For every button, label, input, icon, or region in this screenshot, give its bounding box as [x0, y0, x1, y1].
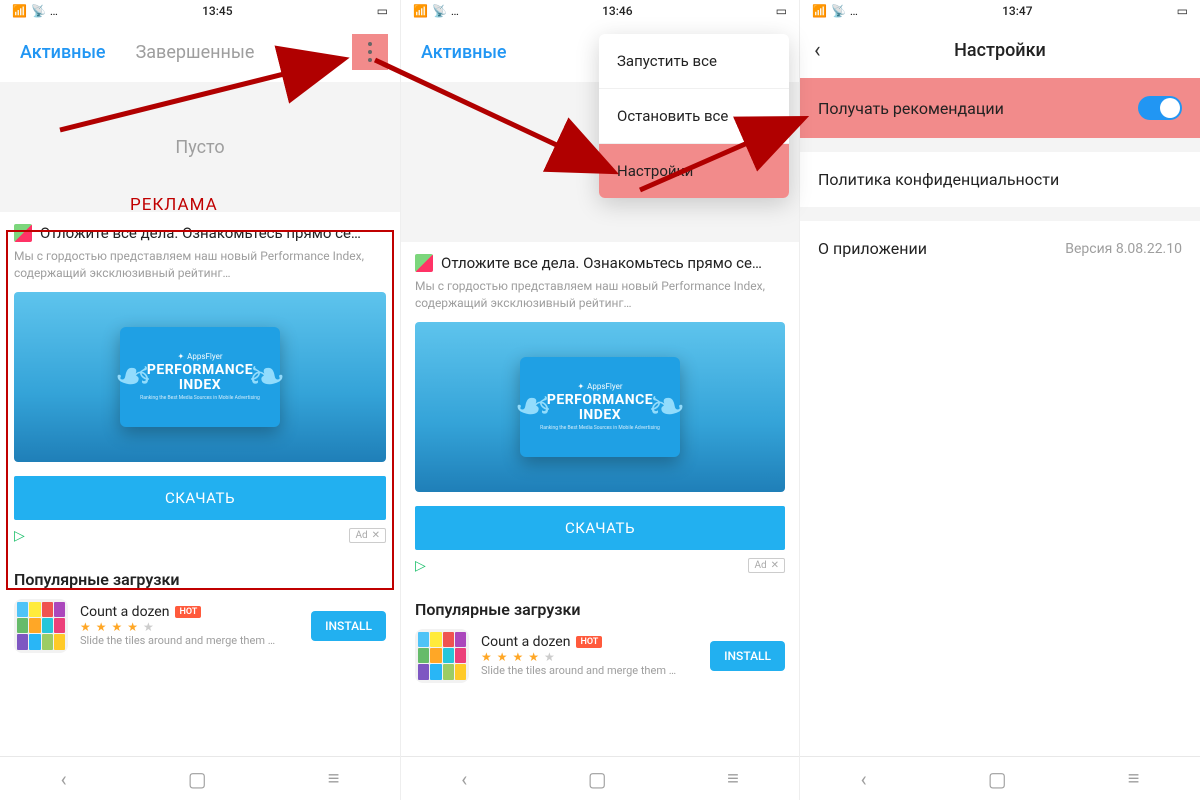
ad-index-line1: PERFORMANCE: [547, 393, 653, 407]
toggle-recommendations[interactable]: [1138, 96, 1182, 120]
nav-bar: ‹ ▢ ≡: [800, 756, 1200, 800]
app-name: Count a dozen: [80, 604, 169, 620]
clock: 13:45: [202, 4, 232, 18]
app-name: Count a dozen: [481, 634, 570, 650]
screen-3: 📶 📡 … 13:47 ▭ ‹ Настройки Получать рекомен…: [800, 0, 1200, 800]
app-row[interactable]: Count a dozen HOT ★ ★ ★ ★ ★ Slide the ti…: [0, 599, 400, 667]
settings-about[interactable]: О приложении Версия 8.08.22.10: [800, 221, 1200, 276]
app-rating: ★ ★ ★ ★ ★: [481, 650, 698, 664]
ad-tag[interactable]: Ad✕: [748, 558, 785, 573]
ad-favicon-icon: [415, 254, 433, 272]
screen-2: 📶 📡 … 13:46 ▭ Активные Запустить все Остан…: [400, 0, 800, 800]
ad-tag[interactable]: Ad✕: [349, 528, 386, 543]
settings-about-label: О приложении: [818, 239, 927, 258]
battery-icon: ▭: [1177, 4, 1188, 18]
nav-home-icon[interactable]: ▢: [588, 767, 607, 791]
hot-badge: HOT: [175, 606, 201, 618]
signal-icon: 📶: [413, 4, 428, 18]
ad-card[interactable]: Отложите все дела. Ознакомьтесь прямо се…: [0, 212, 400, 556]
menu-start-all[interactable]: Запустить все: [599, 34, 789, 89]
app-icon: [14, 599, 68, 653]
settings-recommendations[interactable]: Получать рекомендации: [800, 78, 1200, 138]
more-icon: …: [850, 4, 858, 18]
nav-bar: ‹ ▢ ≡: [0, 756, 400, 800]
settings-privacy[interactable]: Политика конфиденциальности: [800, 152, 1200, 207]
nav-home-icon[interactable]: ▢: [188, 767, 207, 791]
ad-image: ❧ ❧ ✦AppsFlyer PERFORMANCE INDEX Ranking…: [14, 292, 386, 462]
hot-badge: HOT: [576, 636, 602, 648]
ad-title: Отложите все дела. Ознакомьтесь прямо се…: [441, 254, 762, 272]
clock: 13:46: [602, 4, 632, 18]
ad-brand: ✦AppsFlyer: [577, 382, 622, 391]
ad-favicon-icon: [14, 224, 32, 242]
app-row[interactable]: Count a dozen HOT ★ ★ ★ ★ ★ Slide the ti…: [401, 629, 799, 697]
battery-icon: ▭: [776, 4, 787, 18]
annotation-reklama: РЕКЛАМА: [130, 195, 218, 215]
tab-active-downloads[interactable]: Активные: [20, 42, 106, 63]
install-button[interactable]: INSTALL: [311, 611, 386, 641]
ad-index-line2: INDEX: [179, 377, 221, 393]
popular-title: Популярные загрузки: [401, 586, 799, 629]
install-button[interactable]: INSTALL: [710, 641, 785, 671]
ad-image: ❧ ❧ ✦AppsFlyer PERFORMANCE INDEX Ranking…: [415, 322, 785, 492]
nav-bar: ‹ ▢ ≡: [401, 756, 799, 800]
status-bar: 📶 📡 … 13:45 ▭: [0, 0, 400, 22]
more-icon: …: [451, 4, 459, 18]
wifi-icon: 📡: [831, 4, 846, 18]
tabs: Активные Завершенные: [0, 22, 400, 82]
ad-index-sub: Ranking the Best Media Sources in Mobile…: [540, 425, 660, 431]
wifi-icon: 📡: [432, 4, 447, 18]
signal-icon: 📶: [812, 4, 827, 18]
tab-active-downloads[interactable]: Активные: [421, 42, 507, 63]
page-title: Настройки: [954, 40, 1046, 61]
ad-subtitle: Мы с гордостью представляем наш новый Pe…: [415, 278, 785, 312]
ad-subtitle: Мы с гордостью представляем наш новый Pe…: [14, 248, 386, 282]
nav-back-icon[interactable]: ‹: [861, 767, 867, 791]
menu-settings[interactable]: Настройки: [599, 144, 789, 198]
version-text: Версия 8.08.22.10: [1065, 241, 1182, 257]
status-bar: 📶 📡 … 13:47 ▭: [800, 0, 1200, 22]
ad-play-icon[interactable]: ▷: [14, 528, 25, 544]
ad-index-sub: Ranking the Best Media Sources in Mobile…: [140, 395, 260, 401]
close-icon[interactable]: ✕: [372, 530, 380, 541]
close-icon[interactable]: ✕: [771, 560, 779, 571]
kebab-popup: Запустить все Остановить все Настройки: [599, 34, 789, 198]
battery-icon: ▭: [377, 4, 388, 18]
popular-title: Популярные загрузки: [0, 556, 400, 599]
ad-play-icon[interactable]: ▷: [415, 558, 426, 574]
nav-back-icon[interactable]: ‹: [61, 767, 67, 791]
screen-1: 📶 📡 … 13:45 ▭ Активные Завершенные Пусто Р…: [0, 0, 400, 800]
settings-privacy-label: Политика конфиденциальности: [818, 170, 1059, 189]
signal-icon: 📶: [12, 4, 27, 18]
status-bar: 📶 📡 … 13:46 ▭: [401, 0, 799, 22]
app-icon: [415, 629, 469, 683]
ad-brand: ✦AppsFlyer: [177, 352, 222, 361]
app-desc: Slide the tiles around and merge them …: [481, 664, 698, 677]
app-desc: Slide the tiles around and merge them …: [80, 634, 299, 647]
nav-back-icon[interactable]: ‹: [461, 767, 467, 791]
empty-text: Пусто: [175, 137, 224, 158]
tab-completed-downloads[interactable]: Завершенные: [136, 42, 255, 63]
nav-recent-icon[interactable]: ≡: [727, 766, 739, 791]
ad-title: Отложите все дела. Ознакомьтесь прямо се…: [40, 224, 361, 242]
ad-index-line1: PERFORMANCE: [147, 363, 253, 377]
ad-download-button[interactable]: СКАЧАТЬ: [14, 476, 386, 520]
wifi-icon: 📡: [31, 4, 46, 18]
title-bar: ‹ Настройки: [800, 22, 1200, 78]
kebab-menu-button[interactable]: [352, 34, 388, 70]
nav-recent-icon[interactable]: ≡: [1128, 766, 1140, 791]
ad-index-line2: INDEX: [579, 407, 621, 423]
back-button[interactable]: ‹: [814, 38, 821, 63]
more-icon: …: [50, 4, 58, 18]
nav-home-icon[interactable]: ▢: [988, 767, 1007, 791]
app-rating: ★ ★ ★ ★ ★: [80, 620, 299, 634]
settings-recommend-label: Получать рекомендации: [818, 99, 1004, 118]
ad-download-button[interactable]: СКАЧАТЬ: [415, 506, 785, 550]
menu-stop-all[interactable]: Остановить все: [599, 89, 789, 144]
nav-recent-icon[interactable]: ≡: [328, 766, 340, 791]
ad-card[interactable]: Отложите все дела. Ознакомьтесь прямо се…: [401, 242, 799, 586]
empty-state: Пусто: [0, 82, 400, 212]
clock: 13:47: [1002, 4, 1032, 18]
